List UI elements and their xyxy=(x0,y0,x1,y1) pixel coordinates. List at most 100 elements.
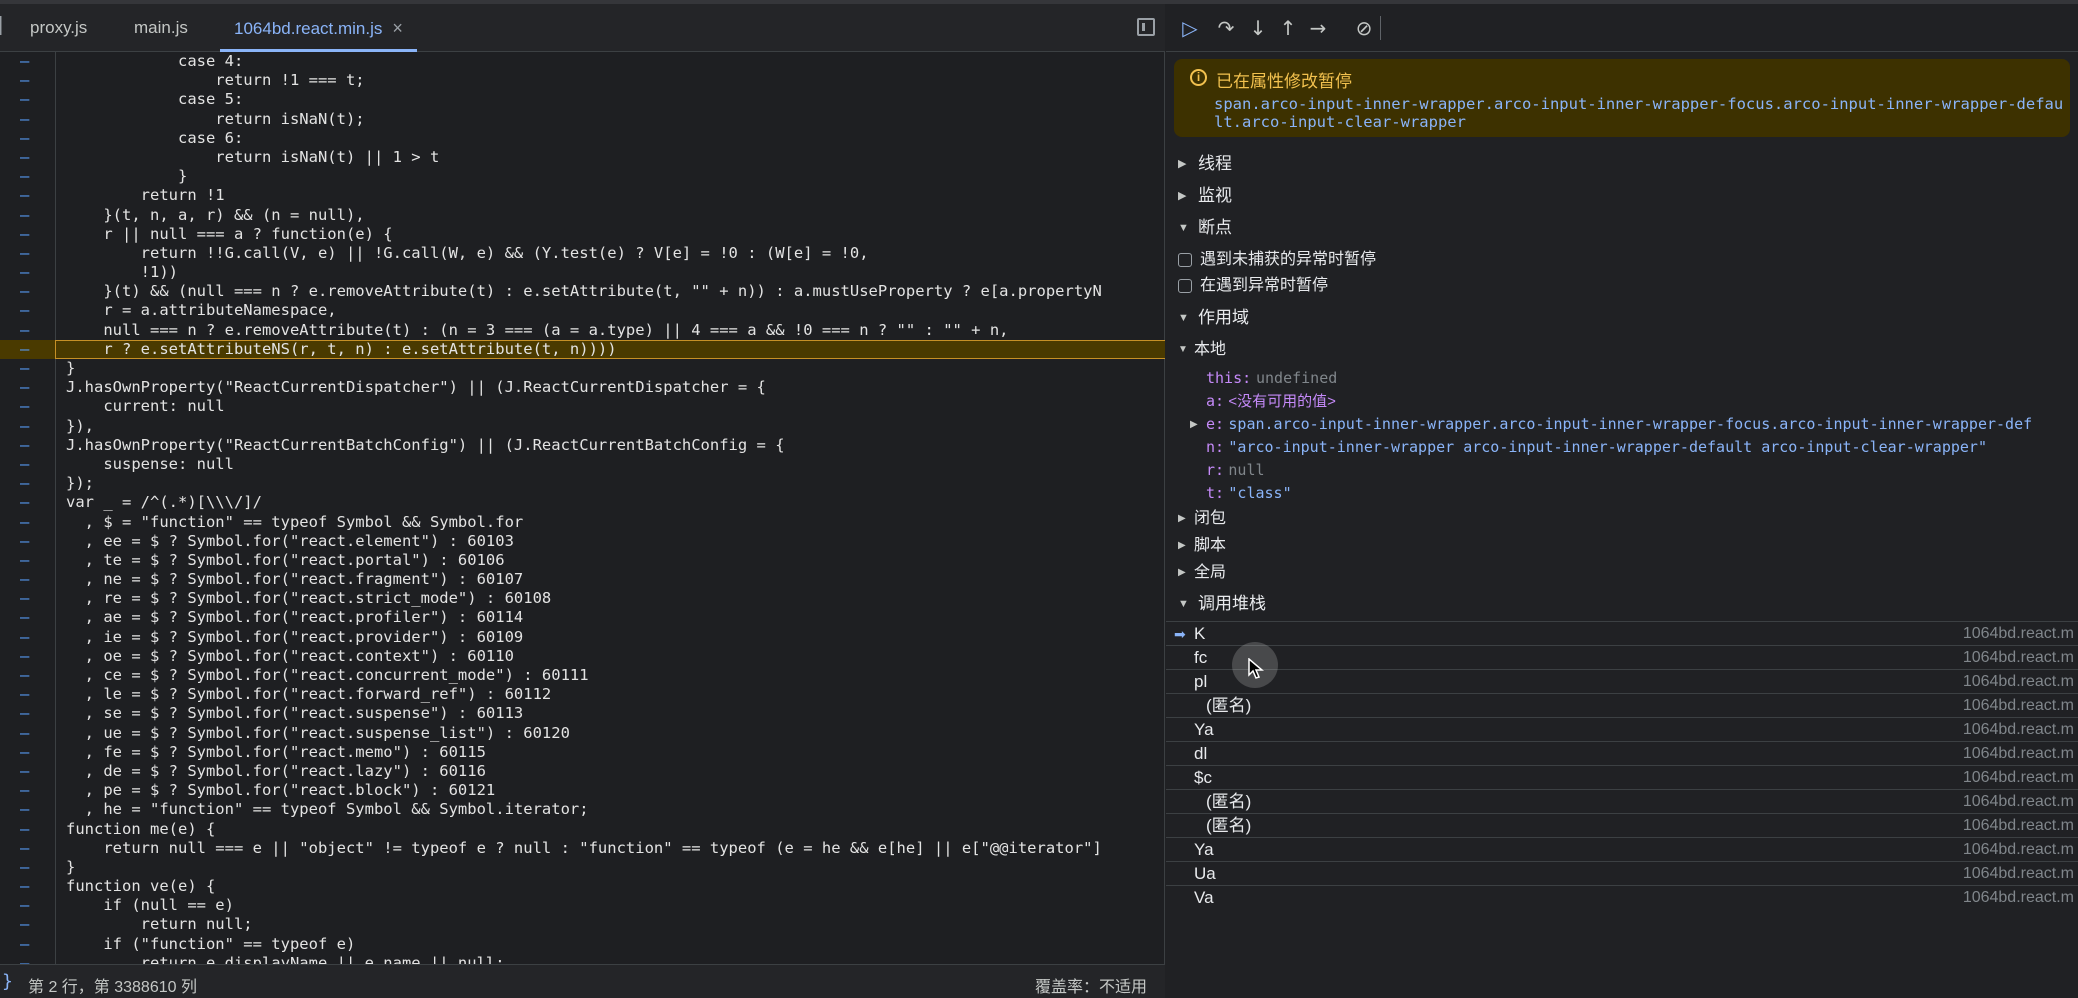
line-gutter-mark[interactable]: – xyxy=(20,896,29,915)
paused-selector[interactable]: span.arco-input-inner-wrapper.arco-input… xyxy=(1214,95,2064,131)
pretty-print-icon[interactable]: } xyxy=(2,971,13,992)
code-line[interactable]: – function ve(e) { xyxy=(0,877,1165,896)
line-gutter-mark[interactable]: – xyxy=(20,877,29,896)
line-gutter-mark[interactable]: – xyxy=(20,148,29,167)
line-gutter-mark[interactable]: – xyxy=(20,915,29,934)
code-line[interactable]: – return !!G.call(V, e) || !G.call(W, e)… xyxy=(0,244,1165,263)
step-over-icon[interactable]: ↷ xyxy=(1212,14,1240,42)
code-line[interactable]: – return !1 xyxy=(0,186,1165,205)
frame-location-link[interactable]: 1064bd.react.m xyxy=(1963,790,2074,814)
code-line[interactable]: – null === n ? e.removeAttribute(t) : (n… xyxy=(0,321,1165,340)
line-gutter-mark[interactable]: – xyxy=(20,608,29,627)
line-gutter-mark[interactable]: – xyxy=(20,263,29,282)
line-gutter-mark[interactable]: – xyxy=(20,206,29,225)
checkbox-icon[interactable] xyxy=(1178,253,1192,267)
code-line[interactable]: – } xyxy=(0,167,1165,186)
line-gutter-mark[interactable]: – xyxy=(20,282,29,301)
call-frame[interactable]: (匿名) 1064bd.react.m xyxy=(1166,693,2078,717)
section-scope[interactable]: ▼ 作用域 xyxy=(1166,303,2078,333)
line-gutter-mark[interactable]: – xyxy=(20,762,29,781)
code-line[interactable]: – , ae = $ ? Symbol.for("react.profiler"… xyxy=(0,608,1165,627)
line-gutter-mark[interactable]: – xyxy=(20,820,29,839)
code-line[interactable]: –}); xyxy=(0,474,1165,493)
code-line[interactable]: – , ue = $ ? Symbol.for("react.suspense_… xyxy=(0,724,1165,743)
line-gutter-mark[interactable]: – xyxy=(20,685,29,704)
code-line[interactable]: – J.hasOwnProperty("ReactCurrentBatchConf… xyxy=(0,436,1165,455)
line-gutter-mark[interactable]: – xyxy=(20,724,29,743)
code-line[interactable]: – !1)) xyxy=(0,263,1165,282)
code-line[interactable]: – return isNaN(t); xyxy=(0,110,1165,129)
frame-location-link[interactable]: 1064bd.react.m xyxy=(1963,694,2074,718)
code-line[interactable]: – return null === e || "object" != typeo… xyxy=(0,839,1165,858)
line-gutter-mark[interactable]: – xyxy=(20,839,29,858)
scope-script[interactable]: ▶ 脚本 xyxy=(1166,533,2078,559)
line-gutter-mark[interactable]: – xyxy=(20,321,29,340)
code-line[interactable]: – }(t) && (null === n ? e.removeAttribut… xyxy=(0,282,1165,301)
step-out-icon[interactable]: ↑ xyxy=(1274,14,1302,42)
line-gutter-mark[interactable]: – xyxy=(20,628,29,647)
code-line[interactable]: – suspense: null xyxy=(0,455,1165,474)
scope-global[interactable]: ▶ 全局 xyxy=(1166,560,2078,586)
frame-location-link[interactable]: 1064bd.react.m xyxy=(1963,862,2074,886)
deactivate-breakpoints-icon[interactable]: ⊘ xyxy=(1350,14,1378,42)
tab-proxy-js[interactable]: proxy.js xyxy=(30,4,87,52)
scope-closure[interactable]: ▶ 闭包 xyxy=(1166,506,2078,532)
call-frame[interactable]: Ua 1064bd.react.m xyxy=(1166,861,2078,885)
line-gutter-mark[interactable]: – xyxy=(20,666,29,685)
expand-icon[interactable]: ▶ xyxy=(1190,413,1198,436)
line-gutter-mark[interactable]: – xyxy=(20,244,29,263)
frame-location-link[interactable]: 1064bd.react.m xyxy=(1963,814,2074,838)
tab-main-js[interactable]: main.js xyxy=(134,4,188,52)
line-gutter-mark[interactable]: – xyxy=(20,954,29,964)
code-line[interactable]: – }(t, n, a, r) && (n = null), xyxy=(0,206,1165,225)
call-frame[interactable]: (匿名) 1064bd.react.m xyxy=(1166,813,2078,837)
call-frame[interactable]: ➡ K 1064bd.react.m xyxy=(1166,621,2078,645)
code-line[interactable]: – function me(e) { xyxy=(0,820,1165,839)
scope-variable[interactable]: a: <没有可用的值> xyxy=(1166,390,2078,413)
code-line[interactable]: – case 6: xyxy=(0,129,1165,148)
line-gutter-mark[interactable]: – xyxy=(20,743,29,762)
paused-code-line[interactable]: – r ? e.setAttributeNS(r, t, n) : e.setA… xyxy=(0,339,1165,360)
step-icon[interactable]: → xyxy=(1304,14,1332,42)
code-line[interactable]: – , he = "function" == typeof Symbol && … xyxy=(0,800,1165,819)
code-line[interactable]: – , ee = $ ? Symbol.for("react.element")… xyxy=(0,532,1165,551)
frame-location-link[interactable]: 1064bd.react.m xyxy=(1963,742,2074,766)
line-gutter-mark[interactable]: – xyxy=(20,129,29,148)
line-gutter-mark[interactable]: – xyxy=(20,436,29,455)
line-gutter-mark[interactable]: – xyxy=(20,551,29,570)
call-frame[interactable]: Ya 1064bd.react.m xyxy=(1166,837,2078,861)
code-line[interactable]: –} xyxy=(0,359,1165,378)
code-line[interactable]: – , de = $ ? Symbol.for("react.lazy") : … xyxy=(0,762,1165,781)
navigator-toggle-icon[interactable]: ▏ xyxy=(0,18,12,36)
scope-variable[interactable]: r: null xyxy=(1166,459,2078,482)
line-gutter-mark[interactable]: – xyxy=(20,647,29,666)
scope-variable[interactable]: this: undefined xyxy=(1166,367,2078,390)
code-line[interactable]: – , $ = "function" == typeof Symbol && S… xyxy=(0,513,1165,532)
code-area[interactable]: – case 4: – return !1 === t; – case 5: – re… xyxy=(0,52,1165,964)
call-frame[interactable]: fc 1064bd.react.m xyxy=(1166,645,2078,669)
toggle-debugger-panel-icon[interactable] xyxy=(1137,18,1155,36)
frame-location-link[interactable]: 1064bd.react.m xyxy=(1963,622,2074,646)
code-line[interactable]: – , te = $ ? Symbol.for("react.portal") … xyxy=(0,551,1165,570)
frame-location-link[interactable]: 1064bd.react.m xyxy=(1963,646,2074,670)
line-gutter-mark[interactable]: – xyxy=(20,532,29,551)
line-gutter-mark[interactable]: – xyxy=(20,167,29,186)
line-gutter-mark[interactable]: – xyxy=(20,935,29,954)
code-line[interactable]: – r = a.attributeNamespace, xyxy=(0,301,1165,320)
line-gutter-mark[interactable]: – xyxy=(20,589,29,608)
close-tab-icon[interactable]: × xyxy=(392,18,403,38)
line-gutter-mark[interactable]: – xyxy=(20,301,29,320)
code-line[interactable]: – if ("function" == typeof e) xyxy=(0,935,1165,954)
line-gutter-mark[interactable]: – xyxy=(20,493,29,512)
tab-react-min-js[interactable]: 1064bd.react.min.js × xyxy=(220,4,417,52)
code-line[interactable]: – , re = $ ? Symbol.for("react.strict_mo… xyxy=(0,589,1165,608)
code-line[interactable]: – , ne = $ ? Symbol.for("react.fragment"… xyxy=(0,570,1165,589)
line-gutter-mark[interactable]: – xyxy=(20,417,29,436)
code-line[interactable]: – , ie = $ ? Symbol.for("react.provider"… xyxy=(0,628,1165,647)
resume-icon[interactable]: ▷ xyxy=(1176,14,1204,42)
scope-variable[interactable]: t: "class" xyxy=(1166,482,2078,505)
line-gutter-mark[interactable]: – xyxy=(20,397,29,416)
section-callstack[interactable]: ▼ 调用堆栈 xyxy=(1166,589,2078,619)
line-gutter-mark[interactable]: – xyxy=(20,858,29,877)
code-line[interactable]: – case 5: xyxy=(0,90,1165,109)
